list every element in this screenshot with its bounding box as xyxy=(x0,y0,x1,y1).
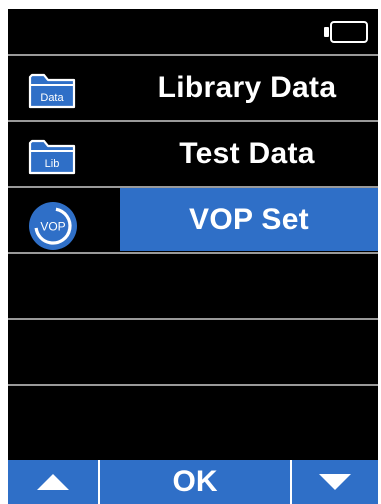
down-button[interactable] xyxy=(292,460,378,504)
battery-tip xyxy=(324,27,329,37)
vop-icon: VOP xyxy=(29,202,77,250)
ok-button[interactable]: OK xyxy=(100,460,290,504)
menu-item-label xyxy=(116,254,378,317)
arrow-up-icon xyxy=(37,474,69,490)
vop-icon-box: VOP xyxy=(17,198,88,250)
folder-data-icon: Data xyxy=(17,66,88,113)
menu-item-label xyxy=(116,386,378,449)
menu-item-label: Library Data xyxy=(157,70,337,104)
up-button[interactable] xyxy=(8,460,98,504)
status-bar xyxy=(8,9,378,54)
screen: Data Library Data Lib Test Data VOP VOP … xyxy=(8,9,378,460)
battery-icon xyxy=(330,21,368,43)
ok-button-label: OK xyxy=(172,465,218,498)
folder-lib-icon: Lib xyxy=(17,132,88,179)
menu-item-label: Test Data xyxy=(179,136,315,170)
menu-item-empty xyxy=(8,318,378,383)
arrow-down-icon xyxy=(319,474,351,490)
folder-icon: Data xyxy=(28,73,76,109)
menu-item-vop-set[interactable]: VOP VOP Set xyxy=(8,186,378,251)
folder-icon: Lib xyxy=(28,139,76,175)
menu-item-empty xyxy=(8,252,378,317)
menu-item-empty xyxy=(8,384,378,460)
device-frame: Data Library Data Lib Test Data VOP VOP … xyxy=(0,0,381,504)
folder-icon-text: Lib xyxy=(45,158,60,170)
softkey-bar: OK xyxy=(8,460,378,504)
menu-item-library-data[interactable]: Data Library Data xyxy=(8,54,378,119)
vop-icon-text: VOP xyxy=(40,220,65,234)
folder-icon-text: Data xyxy=(40,92,64,104)
menu-item-label: VOP Set xyxy=(120,188,378,251)
menu-item-test-data[interactable]: Lib Test Data xyxy=(8,120,378,185)
menu-item-label xyxy=(116,320,378,383)
